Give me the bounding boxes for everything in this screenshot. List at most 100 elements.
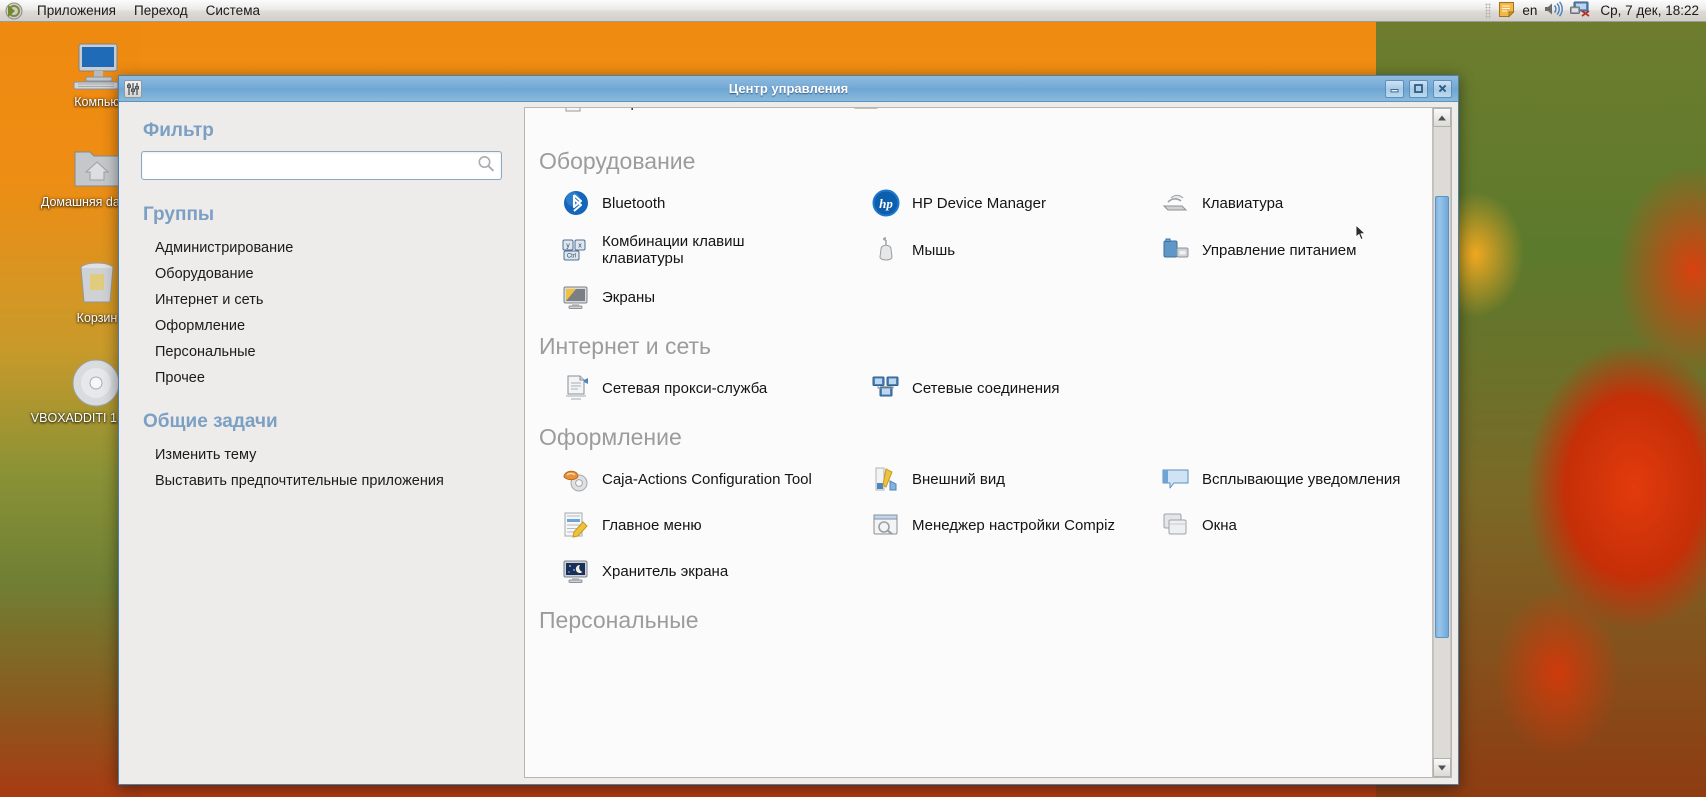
displays-icon (561, 282, 591, 312)
setting-network-proxy[interactable]: Сетевая прокси-служба (557, 366, 857, 410)
sidebar-item-personal[interactable]: Персональные (141, 339, 502, 365)
panel-menu-bar: Приложения Переход Система (0, 1, 269, 20)
setting-label: Клавиатура (1202, 194, 1284, 212)
content-scrollbar[interactable] (1432, 108, 1451, 777)
setting-label: Хранитель экрана (602, 562, 729, 580)
sidebar-item-hardware[interactable]: Оборудование (141, 261, 502, 287)
network-proxy-icon (561, 373, 591, 403)
setting-notifications[interactable]: Всплывающие уведомления (1157, 457, 1418, 501)
setting-keyboard[interactable]: Клавиатура (1157, 181, 1418, 225)
clipped-item-software[interactable]: Установка ПО (852, 108, 988, 118)
group-grid-appearance: Caja-Actions Configuration Tool Внешний … (539, 457, 1418, 593)
sidebar-item-internet-network[interactable]: Интернет и сеть (141, 287, 502, 313)
sidebar-item-look-and-feel[interactable]: Оформление (141, 313, 502, 339)
clipped-item-label: Настройка печати (597, 108, 722, 111)
group-title-personal: Персональные (539, 607, 699, 633)
setting-label: Главное меню (602, 516, 702, 534)
setting-label: Bluetooth (602, 194, 666, 212)
sidebar-item-other[interactable]: Прочее (141, 365, 502, 391)
setting-caja-actions[interactable]: Caja-Actions Configuration Tool (557, 457, 857, 501)
setting-bluetooth[interactable]: Bluetooth (557, 181, 857, 225)
mate-menu-icon[interactable] (4, 2, 24, 20)
clipped-item-label: системой (1171, 108, 1236, 111)
setting-hp-device-manager[interactable]: hp HP Device Manager (867, 181, 1147, 225)
bluetooth-icon (561, 188, 591, 218)
sidebar: Фильтр Группы Администрирование Оборудов… (119, 102, 524, 784)
network-connections-icon (871, 373, 901, 403)
svg-text:x: x (578, 243, 582, 250)
control-center-icon (124, 79, 142, 98)
printer-icon (559, 108, 587, 118)
clipped-item-system[interactable]: системой (1133, 108, 1236, 118)
menu-system[interactable]: Система (197, 1, 269, 20)
scrollbar-thumb[interactable] (1435, 196, 1449, 639)
scrollbar-track[interactable] (1433, 127, 1451, 758)
setting-label: Экраны (602, 288, 656, 306)
control-center-window: Центр управления Фильтр Группы Администр… (118, 75, 1459, 785)
clock[interactable]: Ср, 7 дек, 18:22 (1598, 3, 1699, 18)
clipped-top-row: Настройка печати Установка ПО (539, 108, 1418, 134)
svg-text:hp: hp (879, 196, 893, 211)
menu-places[interactable]: Переход (125, 1, 197, 20)
top-panel: Приложения Переход Система en Ср, 7 дек,… (0, 0, 1706, 22)
setting-label: Сетевые соединения (912, 379, 1060, 397)
setting-appearance[interactable]: Внешний вид (867, 457, 1147, 501)
groups-list: Администрирование Оборудование Интернет … (141, 235, 502, 391)
common-task-change-theme[interactable]: Изменить тему (141, 442, 502, 468)
svg-text:Ctrl: Ctrl (567, 254, 576, 260)
close-icon[interactable] (1433, 79, 1452, 98)
chevron-down-icon[interactable] (1433, 758, 1451, 777)
setting-empty (867, 549, 1147, 593)
setting-compiz-config[interactable]: Менеджер настройки Compiz (867, 503, 1147, 547)
appearance-icon (871, 464, 901, 494)
setting-power-management[interactable]: Управление питанием (1157, 227, 1418, 273)
compiz-settings-icon (871, 510, 901, 540)
caja-actions-icon (561, 464, 591, 494)
setting-label: Всплывающие уведомления (1202, 470, 1401, 488)
windows-icon (1161, 510, 1191, 540)
tray-grip-handle[interactable] (1485, 2, 1492, 19)
common-tasks-heading: Общие задачи (143, 411, 278, 432)
keyboard-icon (1161, 188, 1191, 218)
setting-label: Внешний вид (912, 470, 1005, 488)
sidebar-item-administration[interactable]: Администрирование (141, 235, 502, 261)
software-icon (852, 108, 880, 118)
sticky-notes-icon[interactable] (1498, 1, 1516, 21)
setting-label: Caja-Actions Configuration Tool (602, 470, 812, 488)
group-grid-hardware: Bluetooth hp HP Device Manager Клавиатур… (539, 181, 1418, 319)
keyboard-layout-indicator[interactable]: en (1522, 3, 1537, 18)
setting-empty (1157, 275, 1418, 319)
setting-windows[interactable]: Окна (1157, 503, 1418, 547)
setting-empty (867, 275, 1147, 319)
window-title: Центр управления (728, 81, 849, 96)
setting-keyboard-shortcuts[interactable]: y x Ctrl Комбинации клавиш клавиатуры (557, 227, 857, 273)
setting-mouse[interactable]: Мышь (867, 227, 1147, 273)
common-task-preferred-applications[interactable]: Выставить предпочтительные приложения (141, 468, 502, 494)
system-icon (1133, 108, 1161, 118)
window-body: Фильтр Группы Администрирование Оборудов… (119, 102, 1458, 784)
volume-icon[interactable] (1544, 1, 1564, 20)
setting-screensaver[interactable]: Хранитель экрана (557, 549, 857, 593)
setting-main-menu[interactable]: Главное меню (557, 503, 857, 547)
setting-network-connections[interactable]: Сетевые соединения (867, 366, 1147, 410)
group-title-appearance: Оформление (539, 424, 682, 450)
menu-applications[interactable]: Приложения (28, 1, 125, 20)
content-frame: Настройка печати Установка ПО (524, 107, 1452, 778)
window-titlebar[interactable]: Центр управления (119, 76, 1458, 102)
chevron-up-icon[interactable] (1433, 108, 1451, 127)
group-title-hardware: Оборудование (539, 148, 696, 174)
power-management-icon (1161, 235, 1191, 265)
search-input[interactable] (141, 151, 502, 180)
system-tray: en Ср, 7 дек, 18:22 (1485, 1, 1706, 21)
minimize-icon[interactable] (1385, 79, 1404, 98)
setting-label: Управление питанием (1202, 241, 1357, 259)
clipped-item-printing[interactable]: Настройка печати (559, 108, 722, 118)
setting-label: Сетевая прокси-служба (602, 379, 768, 397)
main-menu-icon (561, 510, 591, 540)
group-title-internet: Интернет и сеть (539, 333, 712, 359)
maximize-icon[interactable] (1409, 79, 1428, 98)
setting-label: HP Device Manager (912, 194, 1046, 212)
group-grid-internet: Сетевая прокси-служба Сетевые соединения (539, 366, 1418, 410)
setting-displays[interactable]: Экраны (557, 275, 857, 319)
network-disconnected-icon[interactable] (1570, 1, 1591, 20)
